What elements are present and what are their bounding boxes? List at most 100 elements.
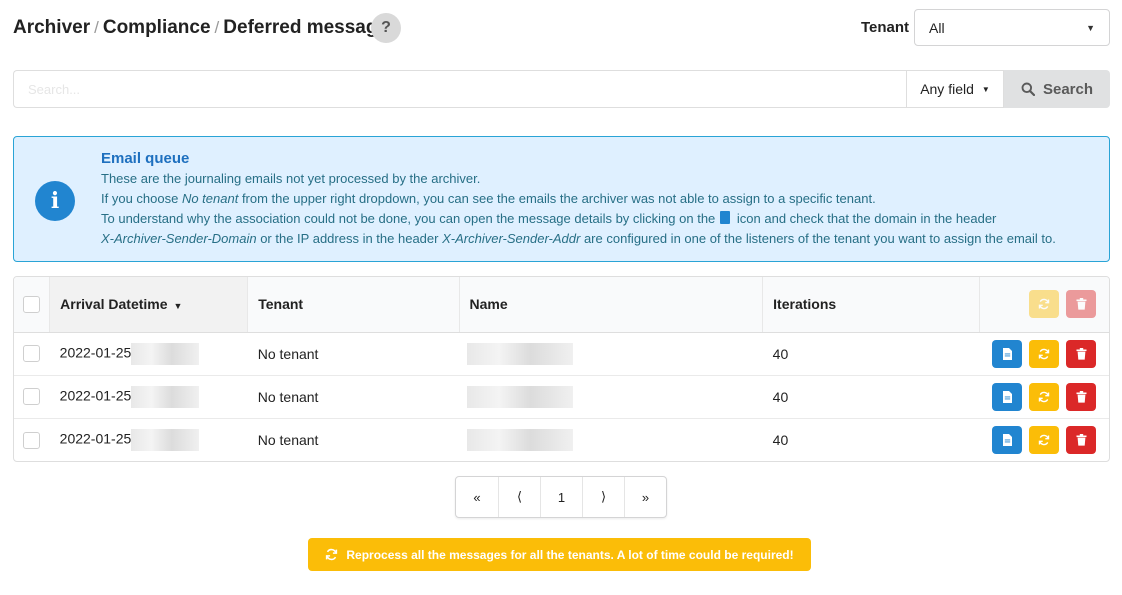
info-emphasis: No tenant	[181, 191, 239, 206]
breadcrumb: Archiver / Compliance / Deferred message…	[13, 17, 399, 39]
refresh-icon	[1038, 348, 1050, 359]
info-text: To understand why the association could …	[101, 211, 716, 226]
sort-down-icon: ▼	[173, 301, 183, 312]
table-row: 2022-01-25 No tenant 40	[14, 332, 1109, 375]
last-page-button[interactable]: »	[624, 477, 666, 517]
column-header-tenant[interactable]: Tenant	[247, 277, 460, 333]
info-text: or the IP address in the header	[256, 231, 443, 246]
reprocess-button[interactable]	[1029, 339, 1060, 368]
arrival-date: 2022-01-25	[59, 344, 132, 361]
redacted-name	[467, 385, 574, 408]
messages-table: Arrival Datetime ▼ Tenant Name Iterations…	[13, 276, 1110, 462]
reprocess-all-label: Reprocess all the messages for all the t…	[346, 547, 794, 562]
info-text: are configured in one of the listeners o…	[580, 231, 1056, 246]
row-select-cell	[14, 332, 50, 375]
search-bar: Any field ▼ Search	[13, 70, 1110, 108]
tenant-dropdown[interactable]: All ▼	[914, 9, 1110, 46]
info-text: icon and check that the domain in the he…	[736, 211, 997, 226]
view-details-button[interactable]	[992, 382, 1023, 411]
delete-button[interactable]	[1066, 425, 1096, 454]
page-1-button[interactable]: 1	[540, 477, 582, 517]
row-select-cell	[14, 374, 50, 418]
info-icon: i	[35, 181, 75, 221]
info-line: These are the journaling emails not yet …	[101, 169, 1099, 189]
view-details-button[interactable]	[992, 425, 1023, 454]
info-title: Email queue	[101, 150, 190, 167]
column-header-label: Iterations	[773, 296, 837, 313]
row-checkbox[interactable]	[23, 345, 41, 363]
breadcrumb-item-compliance[interactable]: Compliance	[103, 17, 211, 39]
prev-page-button[interactable]: ⟨	[498, 477, 540, 517]
document-icon	[720, 211, 731, 224]
redacted-time	[131, 385, 200, 408]
refresh-icon	[1038, 434, 1050, 445]
select-all-cell	[14, 277, 50, 333]
info-line: If you choose No tenant from the upper r…	[101, 189, 1099, 209]
reprocess-button[interactable]	[1029, 382, 1060, 411]
table-row: 2022-01-25 No tenant 40	[14, 374, 1109, 418]
iterations-cell: 40	[772, 345, 789, 362]
reprocess-button[interactable]	[1029, 425, 1060, 454]
search-button[interactable]: Search	[1004, 70, 1110, 108]
tenant-cell: No tenant	[247, 417, 460, 461]
reprocess-all-button[interactable]: Reprocess all the messages for all the t…	[308, 538, 811, 571]
trash-icon	[1076, 347, 1086, 360]
column-header-name[interactable]: Name	[458, 277, 763, 333]
column-header-label: Name	[469, 296, 508, 313]
table-header-row: Arrival Datetime ▼ Tenant Name Iterations	[14, 277, 1109, 333]
question-mark-icon: ?	[381, 19, 391, 36]
breadcrumb-separator: /	[214, 18, 220, 37]
row-checkbox[interactable]	[23, 388, 41, 406]
column-header-label: Tenant	[258, 296, 304, 313]
bulk-delete-button[interactable]	[1066, 290, 1096, 319]
row-select-cell	[14, 417, 50, 461]
arrival-cell: 2022-01-25	[49, 374, 248, 418]
name-cell	[459, 332, 763, 375]
document-icon	[1002, 433, 1012, 446]
search-field-dropdown[interactable]: Any field ▼	[906, 70, 1004, 108]
delete-button[interactable]	[1066, 339, 1096, 368]
breadcrumb-separator: /	[94, 18, 99, 37]
column-header-arrival[interactable]: Arrival Datetime ▼	[49, 277, 248, 333]
info-text: If you choose	[101, 191, 182, 206]
document-icon	[1002, 347, 1012, 360]
help-button[interactable]: ?	[371, 13, 401, 43]
search-input[interactable]	[13, 70, 906, 108]
info-text: from the upper right dropdown, you can s…	[238, 191, 876, 206]
table-row: 2022-01-25 No tenant 40	[14, 417, 1109, 461]
select-all-checkbox[interactable]	[23, 296, 41, 314]
info-emphasis: X-Archiver-Sender-Domain	[101, 231, 257, 246]
row-actions-cell	[979, 417, 1109, 461]
bulk-reprocess-button[interactable]	[1029, 290, 1060, 319]
row-checkbox[interactable]	[23, 431, 41, 449]
next-page-button[interactable]: ⟩	[582, 477, 624, 517]
name-cell	[459, 417, 763, 461]
view-details-button[interactable]	[992, 339, 1023, 368]
redacted-time	[131, 428, 200, 451]
tenant-label: Tenant	[861, 19, 910, 36]
info-content: Email queue These are the journaling ema…	[101, 148, 1099, 249]
redacted-name	[467, 342, 574, 365]
info-text: These are the journaling emails not yet …	[101, 171, 481, 186]
trash-icon	[1076, 390, 1086, 403]
info-line: To understand why the association could …	[101, 209, 1099, 229]
refresh-icon	[1038, 391, 1050, 402]
first-page-button[interactable]: «	[456, 477, 498, 517]
trash-icon	[1076, 298, 1086, 310]
row-actions-cell	[979, 332, 1109, 375]
name-cell	[459, 374, 763, 418]
column-header-label: Arrival Datetime	[60, 296, 168, 313]
bulk-actions-cell	[978, 277, 1109, 333]
column-header-iterations[interactable]: Iterations	[762, 277, 980, 333]
trash-icon	[1076, 433, 1086, 446]
document-icon	[1002, 390, 1012, 403]
delete-button[interactable]	[1066, 382, 1096, 411]
tenant-cell: No tenant	[257, 345, 319, 362]
search-field-selected: Any field	[920, 81, 974, 97]
search-button-label: Search	[1042, 80, 1094, 98]
redacted-time	[131, 342, 200, 365]
info-message: i Email queue These are the journaling e…	[13, 136, 1110, 262]
arrival-date: 2022-01-25	[59, 430, 132, 447]
breadcrumb-item-archiver[interactable]: Archiver	[13, 17, 90, 39]
iterations-cell: 40	[762, 417, 980, 461]
